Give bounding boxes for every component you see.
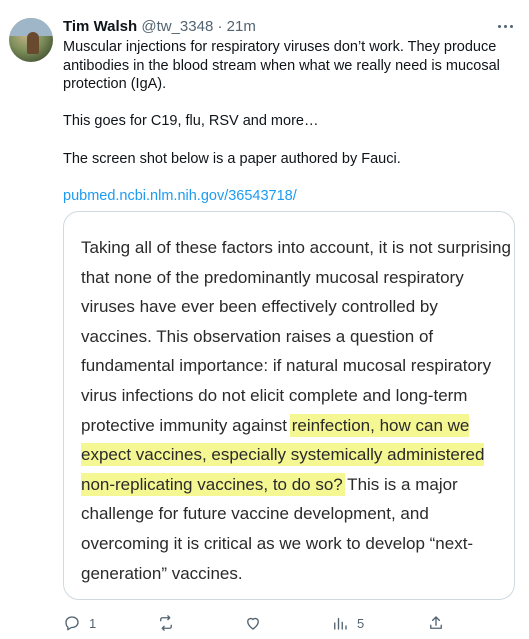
paper-excerpt: Taking all of these factors into account… — [81, 233, 511, 588]
avatar-figure — [27, 32, 39, 54]
like-icon — [247, 617, 259, 630]
reply-button[interactable]: 1 — [63, 612, 96, 634]
reply-count: 1 — [89, 615, 97, 631]
views-button[interactable]: 5 — [331, 612, 364, 634]
more-icon-dot — [503, 24, 507, 28]
tweet-paragraph-3: The screen shot below is a paper authore… — [63, 150, 401, 167]
separator: · — [217, 18, 223, 35]
pubmed-link[interactable]: pubmed.ncbi.nlm.nih.gov/36543718/ — [63, 188, 297, 204]
more-options-button[interactable] — [493, 14, 517, 38]
tweet-paragraph-2: This goes for C19, flu, RSV and more… — [63, 113, 319, 130]
tweet-paragraph-1: Muscular injections for respiratory viru… — [63, 39, 500, 93]
tweet[interactable]: Tim Walsh @tw_3348 · 21m Muscular inject… — [0, 0, 529, 639]
share-icon — [430, 616, 442, 629]
tweet-header: Tim Walsh @tw_3348 · 21m — [63, 18, 256, 36]
timestamp[interactable]: 21m — [227, 18, 256, 35]
like-button[interactable] — [244, 612, 270, 634]
screenshot-image[interactable]: Taking all of these factors into account… — [63, 211, 515, 600]
excerpt-text-before: Taking all of these factors into account… — [81, 238, 511, 435]
reply-icon — [65, 616, 79, 631]
more-icon-dot — [509, 24, 513, 28]
more-icon-dot — [497, 24, 501, 28]
author-name[interactable]: Tim Walsh — [63, 18, 137, 35]
action-bar: 1 5 — [63, 612, 513, 634]
avatar[interactable] — [9, 18, 53, 62]
retweet-icon — [160, 615, 172, 631]
share-button[interactable] — [427, 612, 445, 634]
views-count: 5 — [357, 615, 365, 631]
author-handle[interactable]: @tw_3348 — [141, 18, 213, 35]
tweet-text: Muscular injections for respiratory viru… — [63, 38, 513, 205]
retweet-button[interactable] — [157, 612, 183, 634]
views-icon — [334, 617, 347, 630]
